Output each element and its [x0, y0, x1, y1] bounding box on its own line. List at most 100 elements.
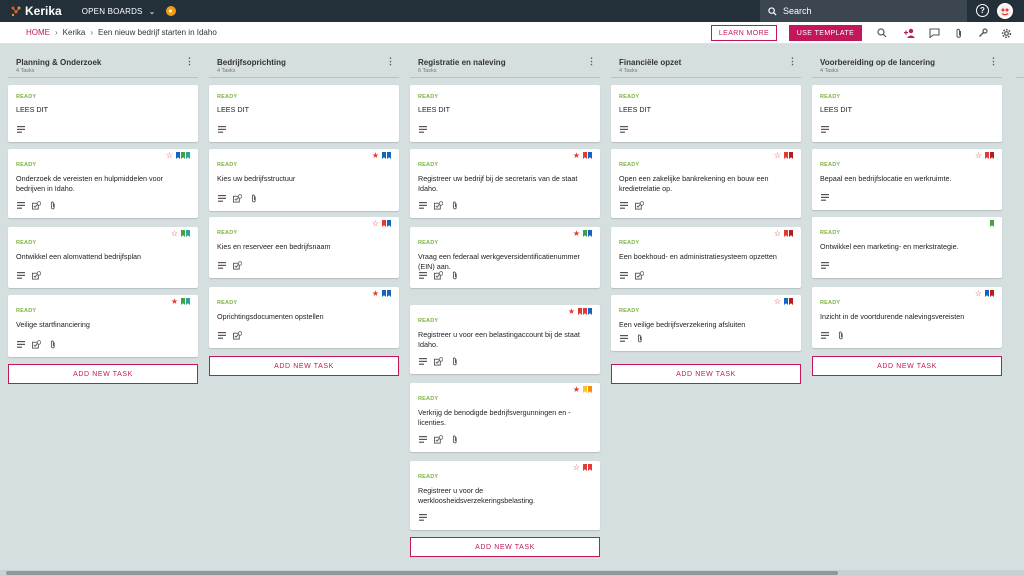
task-title: LEES DIT	[820, 105, 852, 114]
star-filled-icon[interactable]: ★	[568, 308, 575, 316]
bookmark-tag-icon	[583, 386, 587, 393]
star-outline-icon[interactable]: ☆	[774, 152, 781, 160]
star-outline-icon[interactable]: ☆	[171, 230, 178, 238]
star-filled-icon[interactable]: ★	[573, 230, 580, 238]
notes-icon	[418, 125, 427, 134]
breadcrumb-org[interactable]: Kerika	[63, 28, 86, 37]
star-outline-icon[interactable]: ☆	[166, 152, 173, 160]
more-vert-icon[interactable]: ⋮	[788, 57, 797, 66]
search-input[interactable]: Search	[783, 6, 812, 16]
task-card[interactable]: ☆ READY Kies en reserveer een bedrijfsnaam	[209, 217, 399, 278]
status-label: READY	[619, 240, 640, 246]
learn-more-button[interactable]: LEARN MORE	[711, 25, 777, 41]
star-filled-icon[interactable]: ★	[573, 386, 580, 394]
task-title: Ontwikkel een marketing- en merkstrategi…	[820, 242, 959, 251]
add-person-icon[interactable]	[904, 27, 916, 39]
star-outline-icon[interactable]: ☆	[975, 290, 982, 298]
more-vert-icon[interactable]: ⋮	[185, 57, 194, 66]
task-card[interactable]: ★ READY Kies uw bedrijfsstructuur	[209, 149, 399, 211]
task-card[interactable]: ☆ READY Bepaal een bedrijfslocatie en werk…	[812, 149, 1002, 210]
more-vert-icon[interactable]: ⋮	[989, 57, 998, 66]
column-title[interactable]: Registratie en naleving	[418, 58, 506, 67]
task-card[interactable]: ☆ READY Open een zakelijke bankrekening en…	[611, 149, 801, 218]
task-card[interactable]: ★ READY Registreer uw bedrijf bij de secre…	[410, 149, 600, 218]
help-icon[interactable]: ?	[976, 4, 989, 17]
card-icons	[16, 340, 57, 349]
horizontal-scrollbar[interactable]	[0, 570, 1024, 576]
column: Financiële opzet 4 Tasks ⋮ READY LEES DIT…	[611, 50, 801, 384]
add-new-task-button[interactable]: ADD NEW TASK	[611, 364, 801, 384]
task-card[interactable]: READY LEES DIT	[611, 85, 801, 142]
star-filled-icon[interactable]: ★	[573, 152, 580, 160]
task-card[interactable]: ★ READY Vraag een federaal werkgeversident…	[410, 227, 600, 288]
task-card[interactable]: READY Ontwikkel een marketing- en merkstr…	[812, 217, 1002, 278]
task-card[interactable]: READY LEES DIT	[812, 85, 1002, 142]
bookmark-tag-icon	[181, 152, 185, 159]
task-card[interactable]: ★ READY Oprichtingsdocumenten opstellen	[209, 287, 399, 348]
add-new-task-button[interactable]: ADD NEW TASK	[812, 356, 1002, 376]
task-title: Kies en reserveer een bedrijfsnaam	[217, 242, 331, 251]
task-card[interactable]: ☆ READY Ontwikkel een alomvattend bedrijfs…	[8, 227, 198, 288]
card-flags: ☆	[774, 298, 793, 306]
more-vert-icon[interactable]: ⋮	[587, 57, 596, 66]
search-board-icon[interactable]	[876, 27, 888, 39]
card-flags: ★	[568, 308, 592, 316]
avatar[interactable]	[997, 3, 1013, 19]
task-card[interactable]: READY LEES DIT	[209, 85, 399, 142]
bookmark-tag-icon	[387, 290, 391, 297]
breadcrumb: HOME › Kerika › Een nieuw bedrijf starte…	[26, 28, 217, 37]
app-name: Kerika	[25, 4, 62, 18]
task-card[interactable]: READY LEES DIT	[8, 85, 198, 142]
status-label: READY	[217, 162, 238, 168]
card-flags: ☆	[975, 152, 994, 160]
star-filled-icon[interactable]: ★	[171, 298, 178, 306]
task-card[interactable]: ★ READY Registreer u voor een belastingacc…	[410, 305, 600, 374]
more-vert-icon[interactable]: ⋮	[386, 57, 395, 66]
task-card[interactable]: ☆ READY Registreer u voor de werkloosheids…	[410, 461, 600, 530]
task-card[interactable]: ★ READY Veilige startfinanciering	[8, 295, 198, 357]
tools-icon[interactable]	[977, 27, 989, 39]
scrollbar-thumb[interactable]	[6, 571, 838, 575]
star-outline-icon[interactable]: ☆	[975, 152, 982, 160]
column: Bedrijfsoprichting 4 Tasks ⋮ READY LEES D…	[209, 50, 399, 376]
bookmark-tag-icon	[186, 298, 190, 305]
card-icons	[418, 357, 459, 366]
status-label: READY	[217, 230, 238, 236]
search-box[interactable]: Search	[760, 0, 967, 22]
star-outline-icon[interactable]: ☆	[573, 464, 580, 472]
card-icons	[418, 201, 459, 210]
star-outline-icon[interactable]: ☆	[774, 230, 781, 238]
breadcrumb-home[interactable]: HOME	[26, 28, 50, 37]
kerika-logo[interactable]: Kerika	[10, 4, 62, 18]
attachment-icon	[450, 435, 459, 444]
star-filled-icon[interactable]: ★	[372, 290, 379, 298]
column-header: Planning & Onderzoek 4 Tasks ⋮	[8, 50, 198, 78]
basketball-icon[interactable]: ●	[165, 6, 176, 16]
attachment-icon[interactable]	[953, 27, 965, 39]
star-outline-icon[interactable]: ☆	[372, 220, 379, 228]
add-new-task-button[interactable]: ADD NEW TASK	[209, 356, 399, 376]
task-card[interactable]: ☆ READY Een boekhoud- en administratiesyst…	[611, 227, 801, 288]
gear-icon[interactable]	[1000, 27, 1012, 39]
add-new-task-button[interactable]: ADD NEW TASK	[410, 537, 600, 557]
column-title[interactable]: Planning & Onderzoek	[16, 58, 101, 67]
task-card[interactable]: READY LEES DIT	[410, 85, 600, 142]
status-label: READY	[820, 162, 841, 168]
column-title[interactable]: Financiële opzet	[619, 58, 681, 67]
star-filled-icon[interactable]: ★	[372, 152, 379, 160]
use-template-button[interactable]: USE TEMPLATE	[789, 25, 862, 41]
chat-icon[interactable]	[928, 27, 940, 39]
star-outline-icon[interactable]: ☆	[774, 298, 781, 306]
task-card[interactable]: ☆ READY Onderzoek de vereisten en hulpmidd…	[8, 149, 198, 218]
task-card[interactable]: ★ READY Verkrijg de benodigde bedrijfsverg…	[410, 383, 600, 452]
add-new-task-button[interactable]: ADD NEW TASK	[8, 364, 198, 384]
card-icons	[16, 201, 57, 210]
task-card[interactable]: ☆ READY Inzicht in de voortdurende nalevin…	[812, 287, 1002, 348]
status-label: READY	[217, 300, 238, 306]
card-flags: ★	[573, 230, 592, 238]
open-boards-menu[interactable]: OPEN BOARDS ⌄	[82, 7, 156, 16]
column-title[interactable]: Bedrijfsoprichting	[217, 58, 286, 67]
column-title[interactable]: Voorbereiding op de lancering	[820, 58, 935, 67]
checklist-icon	[32, 340, 41, 349]
task-card[interactable]: ☆ READY Een veilige bedrijfsverzekering af…	[611, 295, 801, 351]
